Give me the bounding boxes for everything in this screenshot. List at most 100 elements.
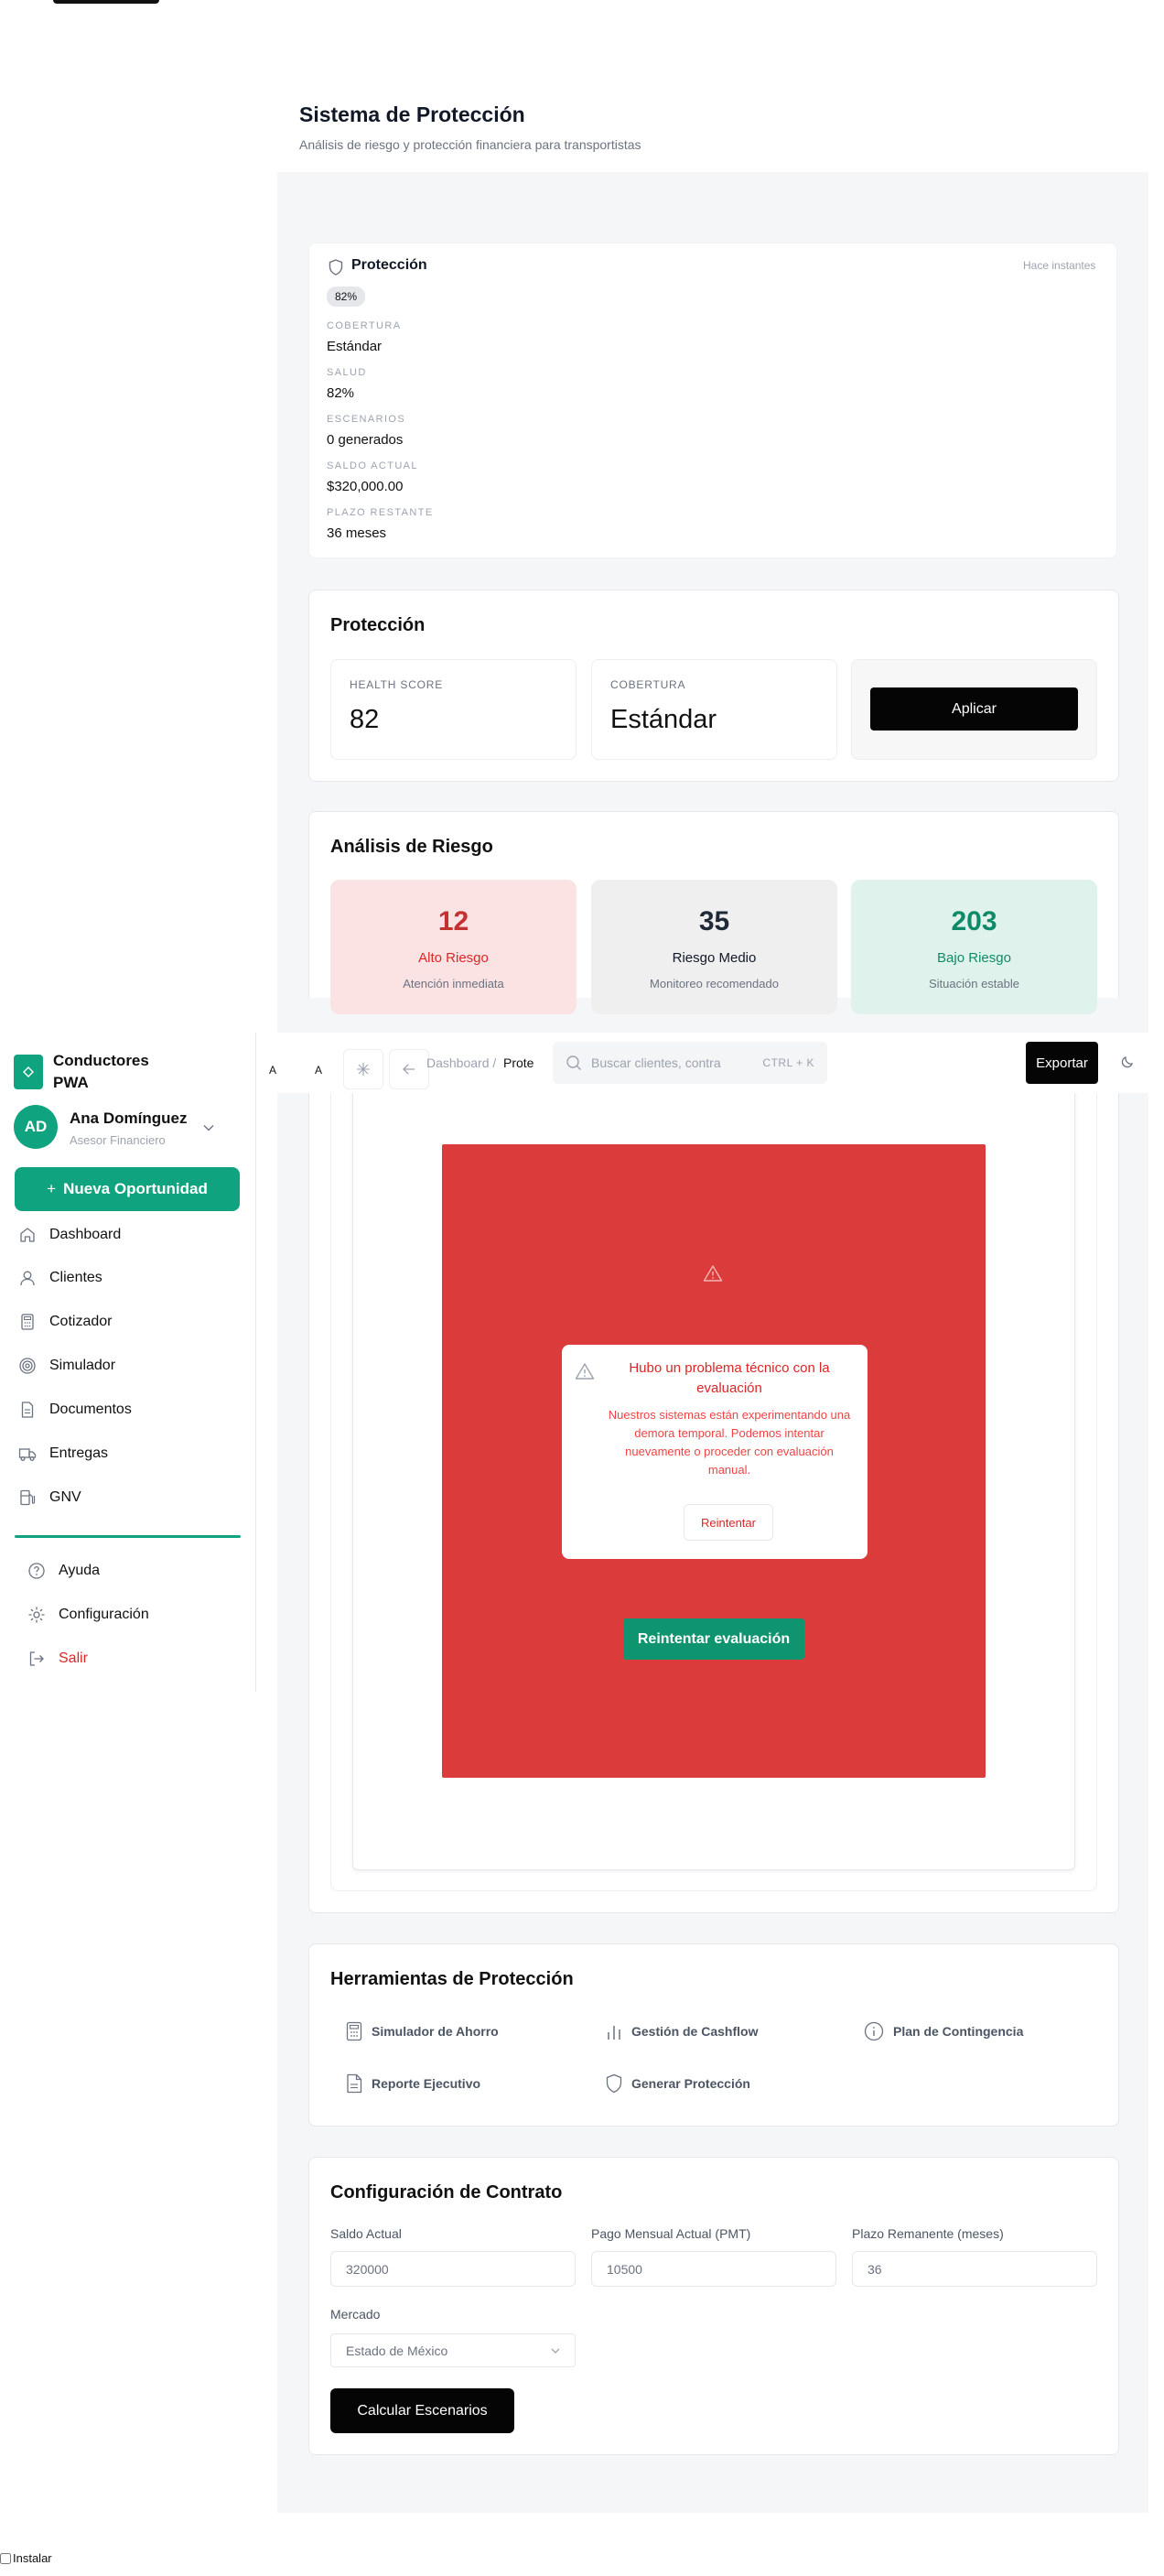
tool-executive-report[interactable]: Reporte Ejecutivo: [346, 2073, 480, 2094]
low-risk-name: Bajo Riesgo: [937, 950, 1011, 966]
sidebar-item-cotizador[interactable]: Cotizador: [18, 1313, 112, 1331]
active-nav-indicator: [15, 1535, 241, 1538]
coverage-value: Estándar: [610, 705, 717, 734]
sidebar-item-label: Ayuda: [59, 1563, 101, 1578]
plazo-label: Plazo Remanente (meses): [852, 2226, 1004, 2241]
help-icon: [28, 1563, 45, 1579]
protection-title: Protección: [330, 615, 426, 635]
logo-icon: [23, 1066, 34, 1077]
calculator-icon: [21, 1314, 34, 1330]
avatar[interactable]: AD: [14, 1105, 58, 1149]
apply-button[interactable]: Aplicar: [870, 687, 1078, 731]
tool-label: Plan de Contingencia: [893, 2024, 1024, 2039]
saldo-label: Saldo Actual: [330, 2226, 402, 2241]
breadcrumb-current: Prote: [503, 1055, 534, 1070]
high-risk-box[interactable]: [330, 880, 577, 1014]
medium-risk-count: 35: [698, 906, 730, 936]
back-button[interactable]: [389, 1049, 429, 1089]
medium-risk-box[interactable]: [591, 880, 837, 1014]
sidebar-item-label: Salir: [59, 1651, 89, 1666]
moon-icon: [1121, 1055, 1134, 1068]
contrast-button[interactable]: [343, 1049, 383, 1089]
error-message: Nuestros sistemas están experimentando u…: [608, 1408, 851, 1477]
health-score-value: 82: [350, 705, 380, 734]
warning-icon: [575, 1363, 595, 1380]
tool-label: Gestión de Cashflow: [631, 2024, 759, 2039]
mercado-label: Mercado: [330, 2307, 381, 2322]
home-icon: [20, 1228, 35, 1242]
summary-value-saldo: $320,000.00: [327, 479, 404, 494]
summary-label-plazo: PLAZO RESTANTE: [327, 507, 434, 518]
sparkle-icon: [357, 1063, 370, 1076]
health-badge: 82%: [327, 287, 366, 307]
sidebar-item-ayuda[interactable]: Ayuda: [27, 1562, 100, 1580]
summary-value-escenarios: 0 generados: [327, 432, 404, 448]
logout-icon: [29, 1651, 44, 1666]
high-risk-count: 12: [437, 906, 469, 936]
target-icon: [19, 1358, 36, 1374]
config-title: Configuración de Contrato: [330, 2182, 563, 2203]
breadcrumb-root[interactable]: Dashboard /: [426, 1055, 496, 1070]
mercado-selected-value: Estado de México: [346, 2343, 448, 2358]
chevron-down-icon: [551, 2348, 560, 2354]
low-risk-desc: Situación estable: [928, 977, 1019, 990]
page-title: Sistema de Protección: [299, 103, 525, 126]
coverage-label: COBERTURA: [610, 678, 686, 691]
sidebar-item-label: Simulador: [49, 1358, 116, 1373]
summary-label-cobertura: COBERTURA: [327, 320, 402, 331]
sidebar-item-documentos[interactable]: Documentos: [18, 1401, 132, 1419]
retry-evaluation-button[interactable]: Reintentar evaluación: [623, 1618, 804, 1660]
font-size-button[interactable]: A: [262, 1049, 284, 1091]
font-size-button[interactable]: A: [307, 1049, 329, 1091]
sidebar-item-entregas[interactable]: Entregas: [18, 1445, 108, 1463]
tool-label: Generar Protección: [631, 2076, 750, 2091]
sidebar-item-clientes[interactable]: Clientes: [18, 1269, 102, 1287]
export-button[interactable]: Exportar: [1026, 1042, 1098, 1084]
tool-generate-protection[interactable]: Generar Protección: [606, 2073, 750, 2094]
brand-name: Conductores PWA: [53, 1052, 149, 1091]
pago-label: Pago Mensual Actual (PMT): [591, 2226, 751, 2241]
calculate-scenarios-button[interactable]: Calcular Escenarios: [330, 2388, 514, 2433]
sidebar-item-dashboard[interactable]: Dashboard: [18, 1226, 121, 1244]
tool-savings-simulator[interactable]: Simulador de Ahorro: [346, 2021, 499, 2041]
sidebar-item-label: Dashboard: [49, 1227, 122, 1242]
install-option[interactable]: Instalar: [0, 2551, 52, 2565]
bar-chart-icon: [608, 2026, 620, 2040]
info-icon: [864, 2021, 884, 2041]
tool-cashflow[interactable]: Gestión de Cashflow: [606, 2021, 758, 2041]
sidebar-item-gnv[interactable]: GNV: [18, 1488, 81, 1507]
mercado-select[interactable]: Estado de México: [330, 2333, 576, 2367]
sidebar-item-label: GNV: [49, 1489, 81, 1505]
summary-timestamp: Hace instantes: [1023, 259, 1096, 272]
arrow-left-icon: [403, 1064, 415, 1075]
summary-label-escenarios: ESCENARIOS: [327, 414, 406, 425]
page-subtitle: Análisis de riesgo y protección financie…: [299, 137, 641, 152]
sidebar-item-salir[interactable]: Salir: [27, 1650, 88, 1668]
install-checkbox[interactable]: [0, 2552, 11, 2564]
tool-contingency[interactable]: Plan de Contingencia: [864, 2021, 1023, 2041]
search-icon: [566, 1055, 581, 1070]
user-name[interactable]: Ana Domínguez: [70, 1109, 187, 1128]
sidebar-item-simulador[interactable]: Simulador: [18, 1357, 115, 1375]
tool-label: Simulador de Ahorro: [372, 2024, 499, 2039]
retry-button[interactable]: Reintentar: [684, 1504, 773, 1541]
pago-input[interactable]: [591, 2251, 836, 2287]
chevron-down-icon[interactable]: [203, 1124, 214, 1131]
theme-toggle[interactable]: [1119, 1054, 1139, 1074]
low-risk-box[interactable]: [851, 880, 1097, 1014]
tools-title: Herramientas de Protección: [330, 1969, 574, 1989]
user-role: Asesor Financiero: [70, 1133, 166, 1147]
warning-icon: [703, 1265, 723, 1282]
sidebar-item-configuracion[interactable]: Configuración: [27, 1606, 149, 1624]
document-icon: [21, 1402, 34, 1418]
new-opportunity-button[interactable]: + Nueva Oportunidad: [15, 1167, 240, 1211]
app-logo[interactable]: [14, 1055, 43, 1089]
summary-title: Protección: [351, 257, 427, 273]
tool-label: Reporte Ejecutivo: [372, 2076, 481, 2091]
plus-icon: +: [47, 1180, 57, 1197]
summary-value-cobertura: Estándar: [327, 339, 383, 354]
global-search[interactable]: Buscar clientes, contra CTRL + K: [553, 1042, 827, 1084]
plazo-input[interactable]: [852, 2251, 1097, 2287]
saldo-input[interactable]: [330, 2251, 576, 2287]
shield-icon: [606, 2073, 622, 2094]
